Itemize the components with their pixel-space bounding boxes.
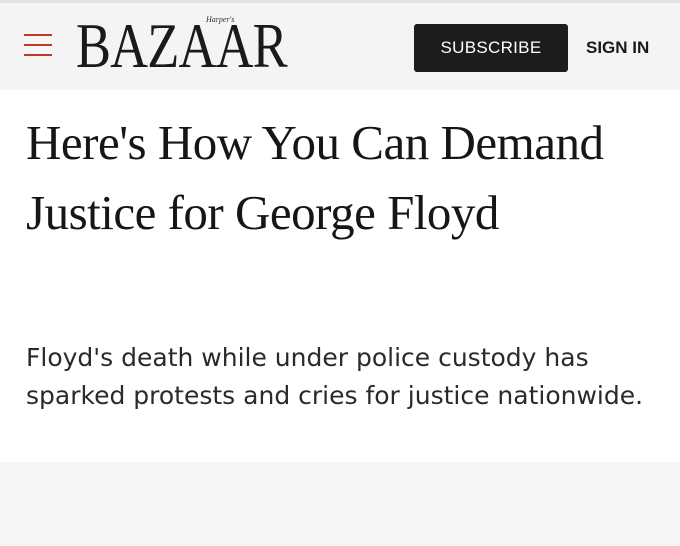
article-dek: Floyd's death while under police custody… (26, 343, 644, 410)
logo-wordmark: BAZAAR (76, 10, 288, 81)
menu-bar-middle (24, 44, 52, 46)
sign-in-link[interactable]: SIGN IN (586, 24, 649, 72)
menu-bar-top (24, 34, 52, 36)
menu-bar-bottom (24, 54, 52, 56)
subscribe-button[interactable]: SUBSCRIBE (414, 24, 568, 72)
site-header: Harper's BAZAAR SUBSCRIBE SIGN IN (0, 3, 680, 90)
hamburger-menu-icon[interactable] (24, 32, 52, 58)
article-header: Here's How You Can Demand Justice for Ge… (0, 90, 680, 462)
article-headline: Here's How You Can Demand Justice for Ge… (26, 115, 604, 240)
site-logo[interactable]: Harper's BAZAAR (76, 11, 298, 81)
